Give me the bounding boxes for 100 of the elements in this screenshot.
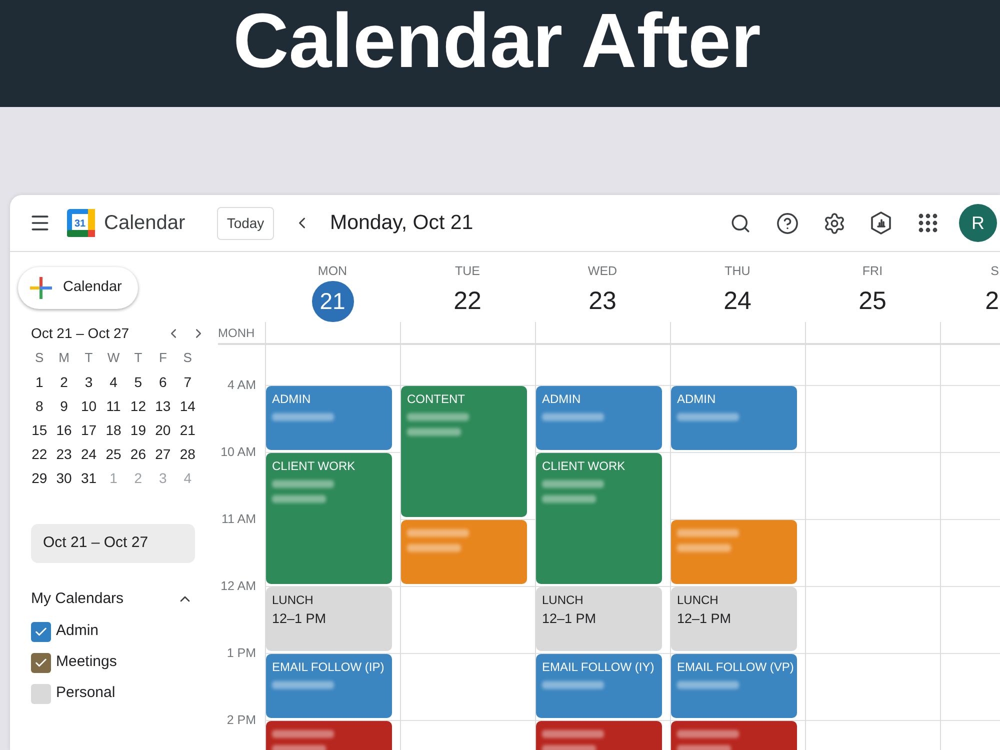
- calendar-label: Personal: [56, 683, 116, 704]
- hour-label: 4 AM: [228, 378, 256, 393]
- event-title: ADMIN: [677, 392, 717, 406]
- mini-calendar-day[interactable]: 23: [52, 442, 76, 466]
- mini-calendar-day[interactable]: 26: [126, 442, 151, 466]
- weekday-heading: TUE: [455, 263, 480, 279]
- mini-calendar-day[interactable]: 30: [52, 466, 76, 490]
- mini-calendar-day[interactable]: 5: [126, 370, 151, 394]
- mini-calendar-day[interactable]: 15: [27, 418, 52, 442]
- check-icon: [34, 656, 48, 670]
- help-icon: [776, 212, 798, 234]
- event-title: CONTENT: [407, 392, 466, 406]
- calendar-event[interactable]: CLIENT WORK: [536, 453, 662, 584]
- current-date-title: Monday, Oct 21: [330, 210, 474, 236]
- date-range-chip[interactable]: Oct 21 – Oct 27: [31, 524, 195, 563]
- mini-calendar-day[interactable]: 16: [52, 418, 76, 442]
- mini-calendar-day[interactable]: 28: [175, 442, 200, 466]
- weekday-label: T: [133, 349, 144, 368]
- event-title: EMAIL FOLLOW (IP): [272, 660, 386, 674]
- event-title: ADMIN: [272, 392, 312, 406]
- event-title: LUNCH: [677, 593, 720, 607]
- mini-calendar-day[interactable]: 13: [150, 394, 176, 418]
- event-time: 12–1 PM: [542, 611, 598, 627]
- day-number[interactable]: 22: [454, 281, 482, 322]
- day-number[interactable]: 23: [588, 281, 616, 322]
- check-icon: [34, 624, 48, 638]
- mini-calendar-day[interactable]: 27: [150, 442, 176, 466]
- calendar-event[interactable]: ADMIN: [671, 386, 797, 450]
- mini-calendar-day[interactable]: 1: [27, 370, 52, 394]
- settings-icon: [822, 212, 846, 234]
- event-time: 12–1 PM: [272, 611, 328, 627]
- weekday-label: F: [158, 349, 168, 368]
- mini-calendar-day[interactable]: 2: [52, 370, 76, 394]
- mini-calendar-day[interactable]: 3: [76, 370, 102, 394]
- day-number[interactable]: 24: [724, 281, 752, 322]
- weekday-label: M: [58, 349, 70, 368]
- mini-calendar-day[interactable]: 7: [175, 370, 200, 394]
- apps-grid-icon: [916, 211, 940, 235]
- today-button[interactable]: Today: [217, 206, 274, 240]
- mini-calendar-day[interactable]: 8: [27, 394, 52, 418]
- mini-calendar-day[interactable]: 19: [126, 418, 151, 442]
- mini-calendar-day[interactable]: 17: [76, 418, 102, 442]
- calendar-event[interactable]: LUNCH 12–1 PM: [266, 587, 392, 651]
- calendar-checkbox[interactable]: [31, 684, 51, 704]
- weekday-label: S: [34, 349, 45, 368]
- event-title: LUNCH: [272, 593, 314, 607]
- calendar-event[interactable]: CONTENT: [401, 386, 527, 517]
- event-title: LUNCH: [542, 593, 584, 607]
- calendar-checkbox[interactable]: [31, 652, 51, 672]
- calendar-event[interactable]: LUNCH 12–1 PM: [671, 587, 797, 651]
- mini-calendar-day[interactable]: 14: [175, 394, 200, 418]
- calendar-event[interactable]: CLIENT WORK: [266, 453, 392, 584]
- weekday-label: W: [106, 349, 121, 368]
- plus-icon: [30, 277, 52, 299]
- search-icon: [730, 212, 750, 234]
- mini-calendar-day[interactable]: 31: [76, 466, 102, 490]
- hour-label: 10 AM: [220, 445, 256, 460]
- calendar-event[interactable]: ADMIN: [536, 386, 662, 450]
- hour-label: 2 PM: [226, 713, 256, 728]
- mini-calendar-day[interactable]: 20: [150, 418, 176, 442]
- mini-calendar-day[interactable]: 11: [101, 394, 126, 418]
- weekday-heading: S: [990, 263, 999, 279]
- calendar-label: Meetings: [56, 652, 117, 672]
- mini-calendar-day[interactable]: 12: [126, 394, 151, 418]
- mini-calendar-day[interactable]: 10: [76, 394, 102, 418]
- calendar-event[interactable]: EMAIL FOLLOW (IY): [536, 654, 662, 718]
- create-button[interactable]: Calendar: [18, 267, 138, 309]
- mini-calendar-day[interactable]: 18: [101, 418, 126, 442]
- mini-calendar-day[interactable]: 4: [101, 370, 126, 394]
- hexagon-chart-icon: [870, 211, 892, 235]
- day-number[interactable]: 21: [312, 281, 354, 322]
- mini-calendar-day[interactable]: 9: [52, 394, 76, 418]
- hour-label: 12 AM: [220, 579, 256, 594]
- weekday-heading: FRI: [862, 263, 883, 279]
- calendar-event[interactable]: LUNCH 12–1 PM: [536, 587, 662, 651]
- calendar-event[interactable]: EMAIL FOLLOW (IP): [266, 654, 392, 718]
- day-number[interactable]: 2: [985, 281, 999, 322]
- mini-calendar-day[interactable]: 22: [27, 442, 52, 466]
- weekday-label: T: [84, 349, 94, 368]
- event-title: EMAIL FOLLOW (IY): [542, 660, 656, 674]
- my-calendars-heading: My Calendars: [31, 588, 124, 609]
- mini-calendar-range: Oct 21 – Oct 27: [31, 324, 130, 342]
- event-title: CLIENT WORK: [542, 459, 626, 473]
- calendar-event[interactable]: EMAIL FOLLOW (VP): [671, 654, 797, 718]
- all-day-label: MONH: [218, 324, 255, 342]
- mini-calendar-day[interactable]: 21: [175, 418, 200, 442]
- banner-title: Calendar After: [233, 0, 762, 86]
- hour-label: 1 PM: [226, 646, 256, 661]
- weekday-heading: MON: [318, 263, 348, 279]
- calendar-event[interactable]: ADMIN: [266, 386, 392, 450]
- day-number[interactable]: 25: [858, 281, 886, 322]
- mini-calendar-day[interactable]: 29: [27, 466, 52, 490]
- mini-calendar-day[interactable]: 6: [150, 370, 176, 394]
- account-avatar[interactable]: R: [959, 204, 997, 242]
- mini-calendar-day[interactable]: 25: [101, 442, 126, 466]
- calendar-label: Admin: [56, 621, 99, 642]
- event-time: 12–1 PM: [677, 611, 732, 627]
- calendar-checkbox[interactable]: [31, 622, 51, 642]
- mini-calendar-day[interactable]: 24: [76, 442, 102, 466]
- event-title: EMAIL FOLLOW (VP): [677, 660, 791, 674]
